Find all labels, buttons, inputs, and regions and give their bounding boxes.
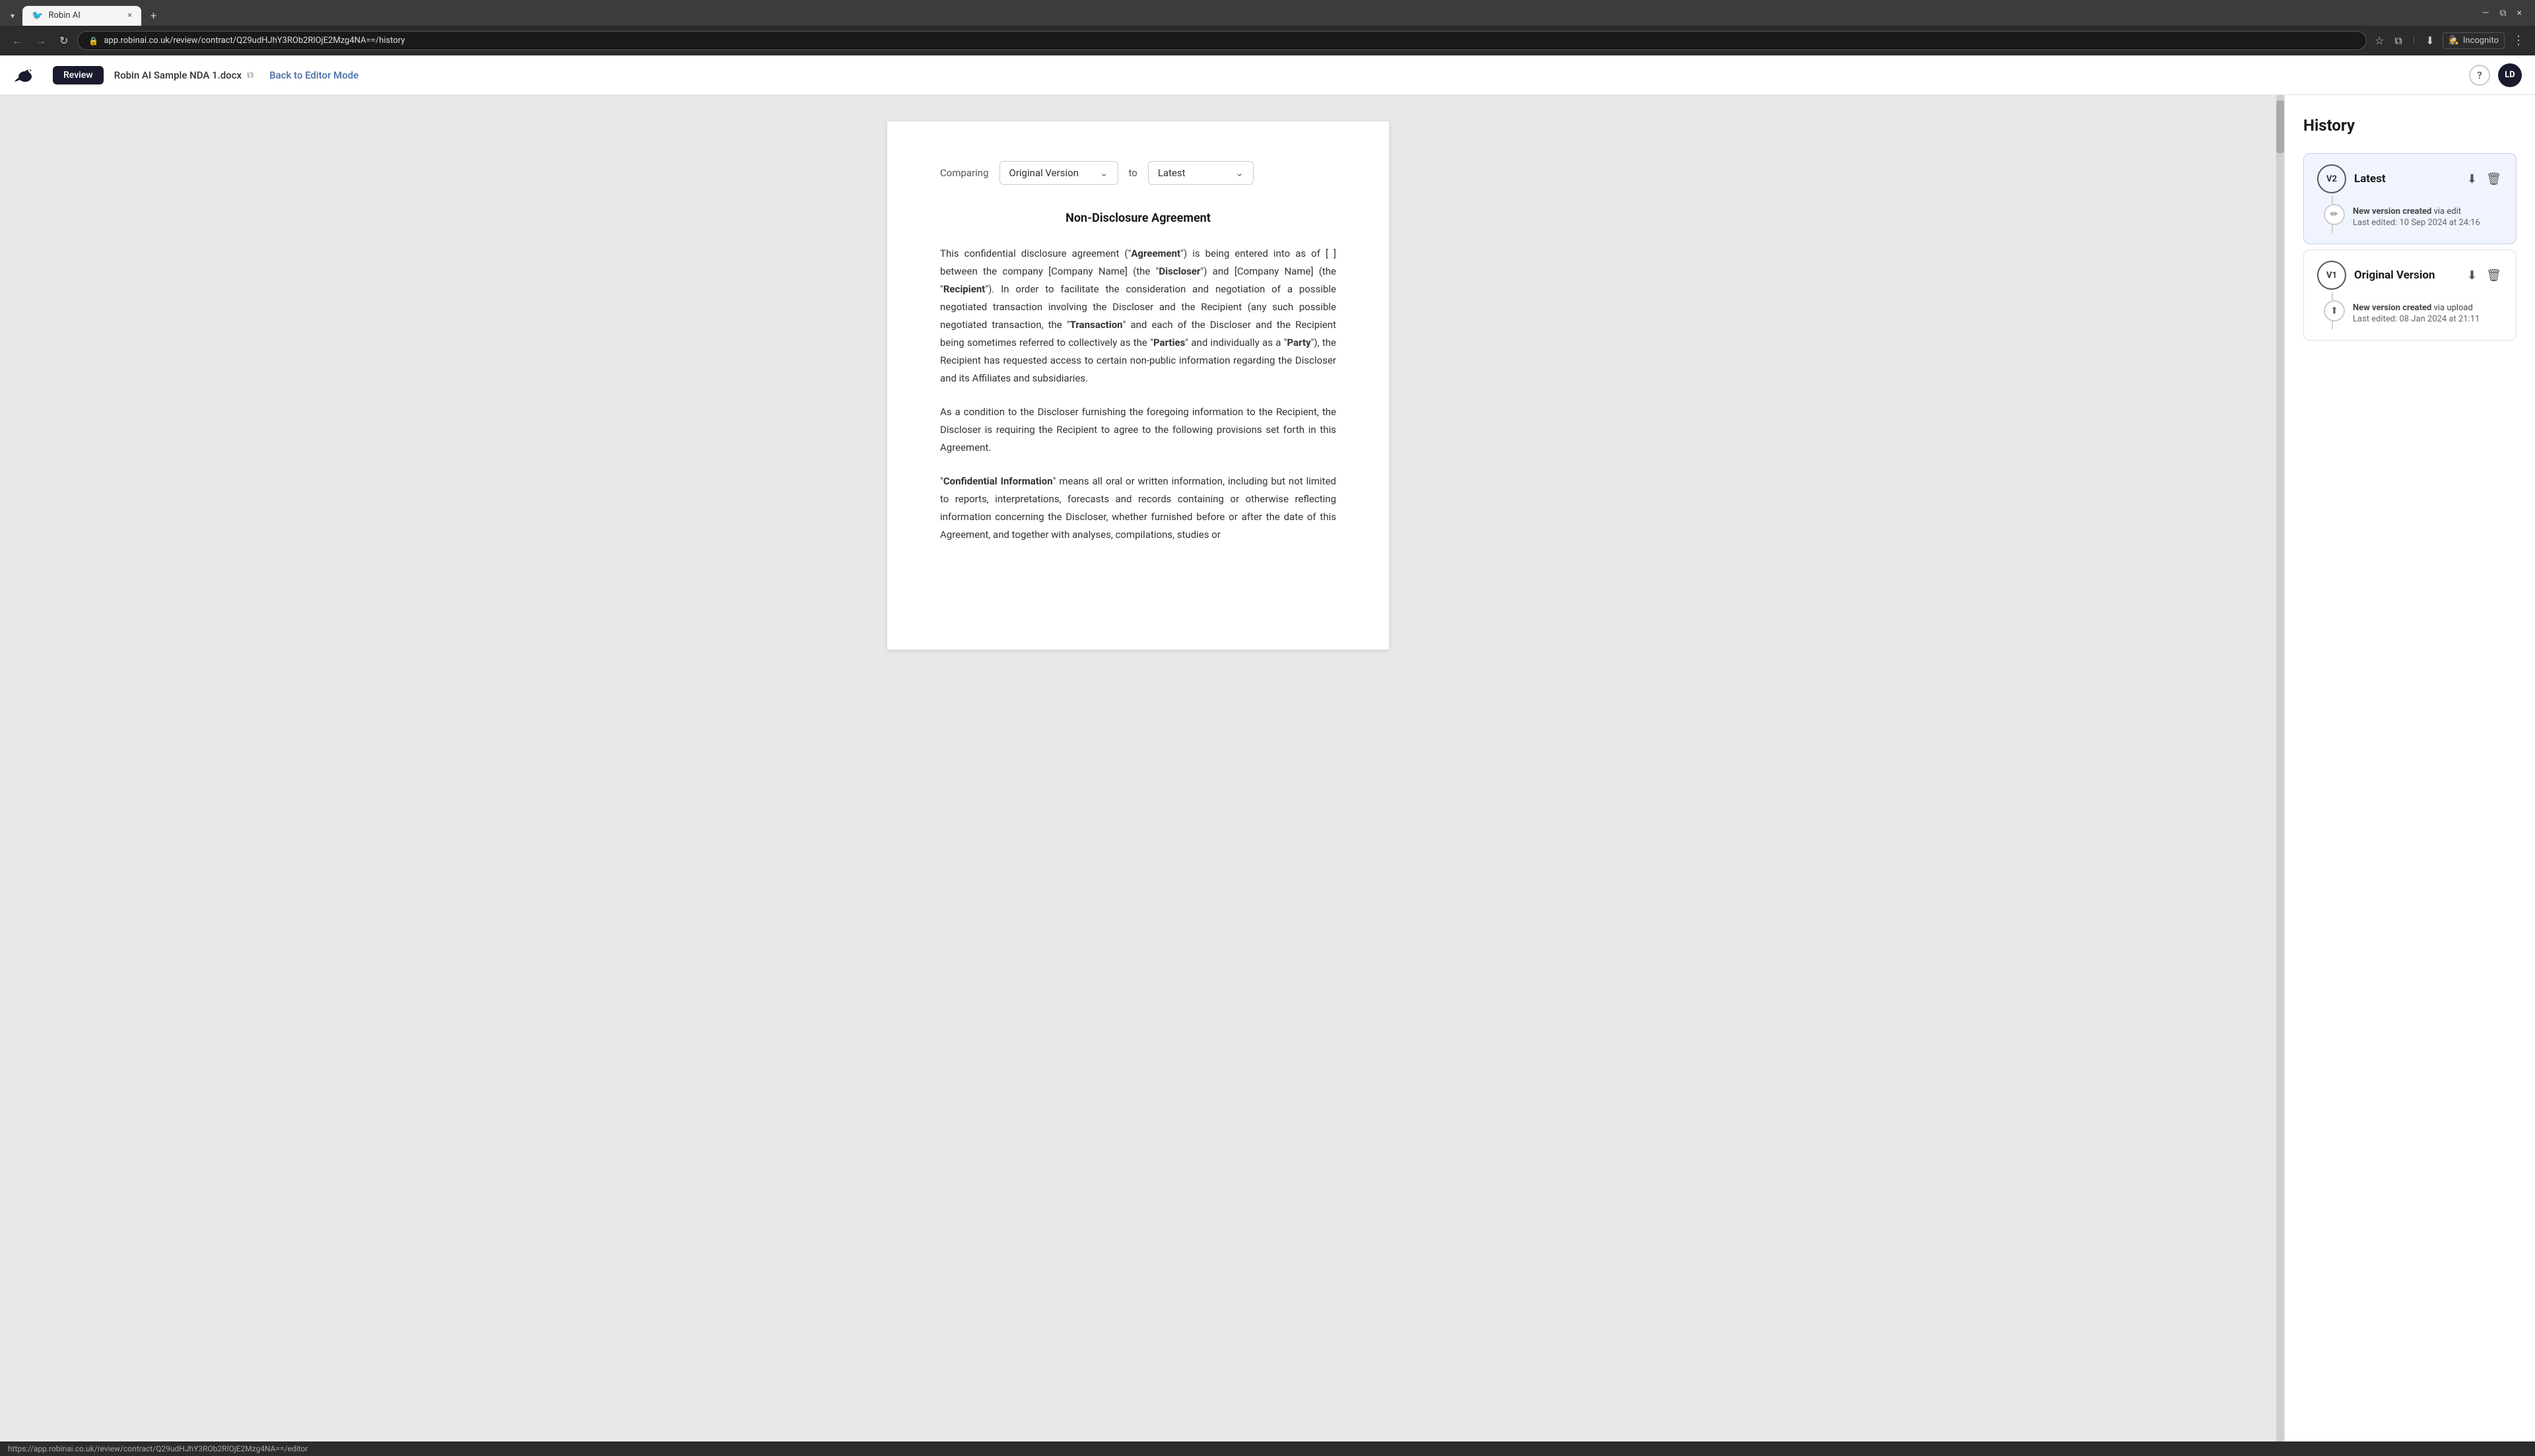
nav-back-button[interactable]: ← [8, 32, 26, 50]
delete-v1-button[interactable]: 🗑 [2485, 267, 2503, 284]
document-area[interactable]: Comparing Original Version ⌄ to Latest ⌄… [0, 95, 2276, 1441]
paragraph-1: This confidential disclosure agreement (… [940, 245, 1336, 387]
document-paper: Comparing Original Version ⌄ to Latest ⌄… [887, 121, 1389, 649]
transaction-term: Transaction [1070, 319, 1123, 331]
version-timeline-v1: ⬆ New version created via upload Last ed… [2332, 292, 2503, 329]
incognito-label: Incognito [2463, 36, 2499, 46]
downloads-icon[interactable]: ⬇ [2423, 32, 2437, 50]
incognito-badge: 🕵 Incognito [2443, 32, 2505, 49]
doc-heading: Non-Disclosure Agreement [940, 211, 1336, 225]
from-version-select[interactable]: Original Version ⌄ [999, 161, 1118, 185]
active-tab[interactable]: 🐦 Robin AI × [22, 6, 141, 26]
lock-icon: 🔒 [88, 36, 98, 46]
timeline-content-v2: New version created via edit Last edited… [2353, 204, 2480, 228]
timeline-content-v1: New version created via upload Last edit… [2353, 300, 2480, 324]
window-controls: — ⧉ × [2474, 8, 2530, 24]
tab-favicon: 🐦 [32, 11, 43, 21]
version-badge-v2: V2 [2317, 164, 2346, 193]
tab-title: Robin AI [48, 11, 80, 20]
history-title: History [2303, 116, 2517, 135]
from-version-text: Original Version [1009, 167, 1079, 179]
download-v1-button[interactable]: ⬇ [2466, 267, 2478, 284]
doc-title: Robin AI Sample NDA 1.docx ⧉ [114, 69, 254, 81]
history-panel: History V2 Latest ⬇ 🗑 ✏ New version crea… [2284, 95, 2535, 1441]
app-header: Review Robin AI Sample NDA 1.docx ⧉ Back… [0, 55, 2535, 95]
version-timeline-v2: ✏ New version created via edit Last edit… [2332, 196, 2503, 233]
version-header-v1: V1 Original Version ⬇ 🗑 [2317, 261, 2503, 290]
minimize-button[interactable]: — [2482, 8, 2489, 18]
version-name-v2: Latest [2354, 172, 2458, 185]
scrollbar-thumb[interactable] [2276, 100, 2284, 153]
logo-bird-icon [13, 63, 37, 87]
upload-icon: ⬆ [2324, 300, 2345, 321]
doc-body: This confidential disclosure agreement (… [940, 245, 1336, 544]
back-to-editor-link[interactable]: Back to Editor Mode [269, 69, 358, 81]
discloser-term: Discloser [1159, 265, 1200, 277]
extensions-icon[interactable]: ⧉ [2392, 32, 2404, 50]
agreement-term: Agreement [1131, 248, 1180, 259]
close-button[interactable]: × [2517, 8, 2522, 18]
nav-forward-button[interactable]: → [32, 32, 50, 50]
nav-refresh-button[interactable]: ↻ [55, 32, 72, 50]
edit-icon: ✏ [2324, 204, 2345, 225]
comparing-section: Comparing Original Version ⌄ to Latest ⌄ [940, 161, 1336, 185]
status-url: https://app.robinai.co.uk/review/contrac… [8, 1444, 308, 1453]
paragraph-2: As a condition to the Discloser furnishi… [940, 403, 1336, 457]
url-text: app.robinai.co.uk/review/contract/Q29udH… [104, 36, 405, 46]
version-actions-v1: ⬇ 🗑 [2466, 267, 2503, 284]
address-bar[interactable]: 🔒 app.robinai.co.uk/review/contract/Q29u… [77, 31, 2367, 50]
tab-switcher[interactable]: ▾ [5, 9, 20, 23]
new-tab-button[interactable]: + [144, 5, 163, 26]
party-term: Party [1287, 337, 1311, 348]
to-version-chevron-icon: ⌄ [1235, 167, 1244, 179]
to-label: to [1129, 167, 1137, 179]
comparing-label: Comparing [940, 167, 989, 179]
version-actions-v2: ⬇ 🗑 [2466, 171, 2503, 187]
from-version-chevron-icon: ⌄ [1100, 167, 1108, 179]
delete-v2-button[interactable]: 🗑 [2485, 171, 2503, 187]
version-name-v1: Original Version [2354, 269, 2458, 282]
timeline-date-v2: Last edited: 10 Sep 2024 at 24:16 [2353, 218, 2480, 228]
version-badge-v1: V1 [2317, 261, 2346, 290]
doc-title-text: Robin AI Sample NDA 1.docx [114, 69, 242, 81]
version-header-v2: V2 Latest ⬇ 🗑 [2317, 164, 2503, 193]
scrollbar[interactable] [2276, 95, 2284, 1441]
status-bar: https://app.robinai.co.uk/review/contrac… [0, 1441, 2535, 1456]
maximize-button[interactable]: ⧉ [2500, 8, 2507, 18]
tab-close-icon[interactable]: × [127, 11, 132, 20]
header-actions: ? LD [2469, 63, 2522, 87]
bookmark-icon[interactable]: ☆ [2372, 32, 2386, 50]
document-content: Non-Disclosure Agreement This confidenti… [940, 211, 1336, 544]
user-avatar[interactable]: LD [2498, 63, 2522, 87]
copy-icon[interactable]: ⧉ [247, 70, 254, 81]
confidential-info-term: Confidential Information [943, 475, 1053, 487]
timeline-event-v2: New version created via edit [2353, 207, 2480, 216]
timeline-item-v1: ⬆ New version created via upload Last ed… [2349, 300, 2503, 324]
version-card-v2[interactable]: V2 Latest ⬇ 🗑 ✏ New version created via … [2303, 153, 2517, 244]
timeline-event-v1: New version created via upload [2353, 303, 2480, 313]
timeline-item-v2: ✏ New version created via edit Last edit… [2349, 204, 2503, 228]
to-version-text: Latest [1158, 167, 1186, 179]
download-v2-button[interactable]: ⬇ [2466, 171, 2478, 187]
parties-term: Parties [1153, 337, 1185, 348]
version-card-v1[interactable]: V1 Original Version ⬇ 🗑 ⬆ New version cr… [2303, 249, 2517, 341]
menu-icon[interactable]: ⋮ [2510, 31, 2527, 50]
to-version-select[interactable]: Latest ⌄ [1148, 161, 1254, 185]
incognito-icon: 🕵 [2449, 36, 2459, 46]
main-content: Comparing Original Version ⌄ to Latest ⌄… [0, 95, 2535, 1441]
logo [13, 63, 37, 87]
paragraph-3: "Confidential Information" means all ora… [940, 473, 1336, 544]
timeline-date-v1: Last edited: 08 Jan 2024 at 21:11 [2353, 314, 2480, 324]
review-badge[interactable]: Review [53, 66, 104, 84]
browser-chrome: ▾ 🐦 Robin AI × + — ⧉ × ← → ↻ 🔒 app.robin… [0, 0, 2535, 55]
help-button[interactable]: ? [2469, 65, 2490, 86]
recipient-term: Recipient [943, 283, 986, 295]
